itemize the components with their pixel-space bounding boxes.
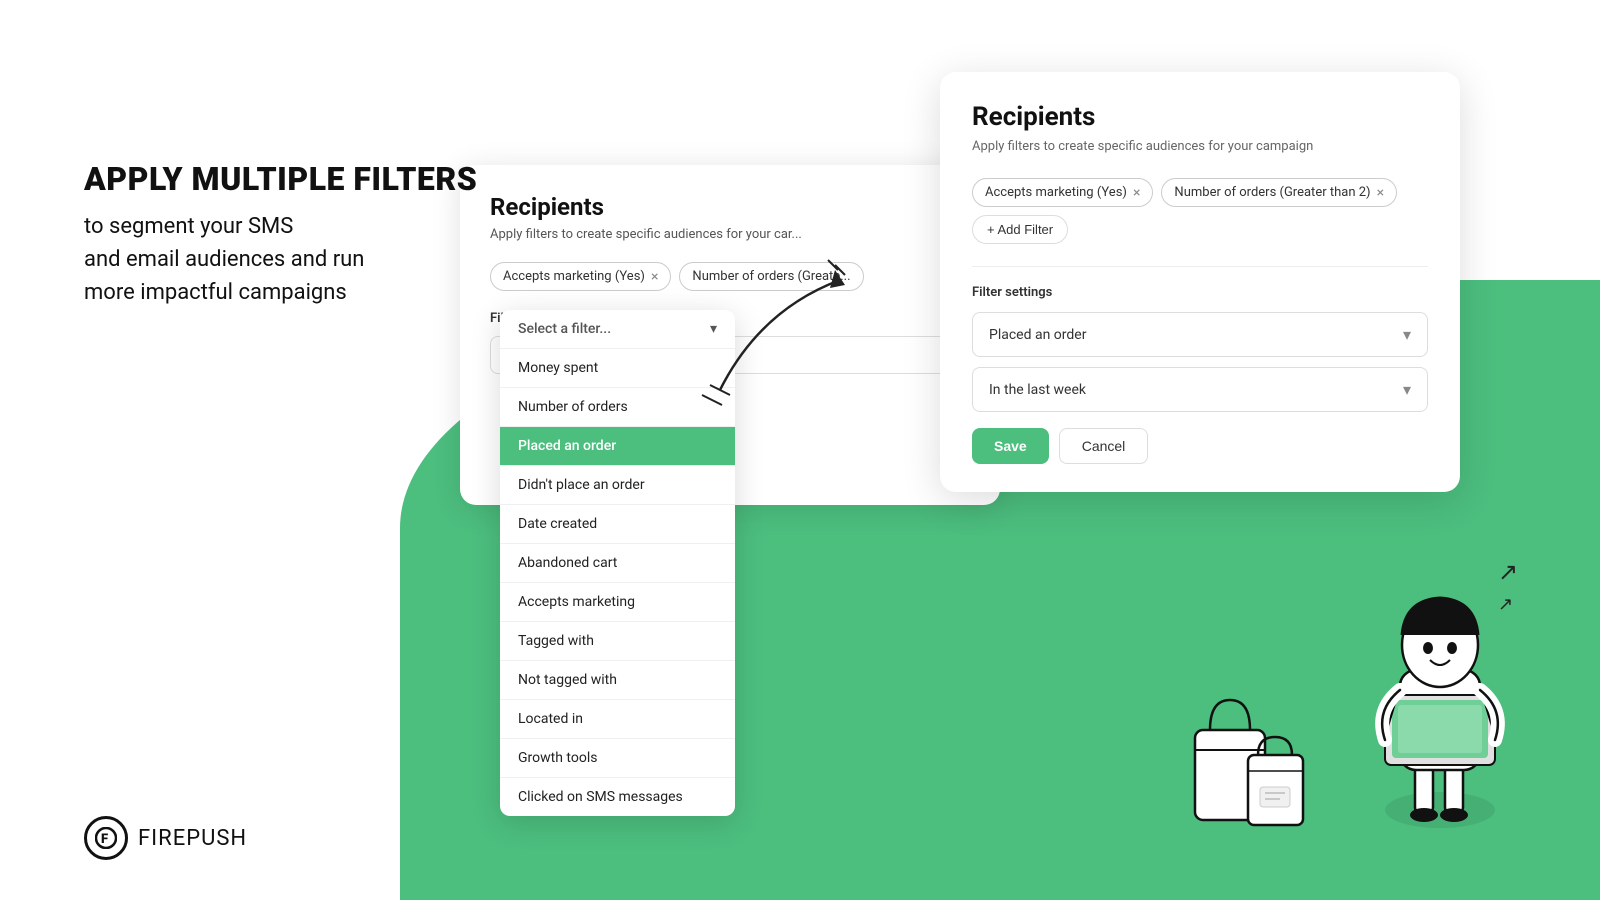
action-buttons: Save Cancel <box>972 428 1428 464</box>
front-tag-orders[interactable]: Number of orders (Greater than 2) × <box>1161 178 1397 207</box>
tag-close-marketing[interactable]: × <box>651 270 658 284</box>
dropdown-item-not-tagged[interactable]: Not tagged with <box>500 661 735 700</box>
dropdown-item-didnt-place[interactable]: Didn't place an order <box>500 466 735 505</box>
add-filter-button[interactable]: + Add Filter <box>972 215 1068 244</box>
dropdown-item-located-in[interactable]: Located in <box>500 700 735 739</box>
filter-tags-front: Accepts marketing (Yes) × Number of orde… <box>972 178 1428 244</box>
logo-icon: F <box>84 816 128 860</box>
filter-tag-marketing[interactable]: Accepts marketing (Yes) × <box>490 262 671 291</box>
svg-text:↗: ↗ <box>1498 594 1513 615</box>
placed-order-dropdown[interactable]: Placed an order ▾ <box>972 312 1428 357</box>
in-last-week-dropdown[interactable]: In the last week ▾ <box>972 367 1428 412</box>
cancel-button[interactable]: Cancel <box>1059 428 1149 464</box>
chevron-down-icon-2: ▾ <box>1403 380 1411 399</box>
card-back-title: Recipients <box>490 193 970 221</box>
svg-text:F: F <box>101 832 108 847</box>
card-front-title: Recipients <box>972 102 1428 132</box>
shopping-bags <box>1190 675 1310 835</box>
dropdown-item-abandoned-cart[interactable]: Abandoned cart <box>500 544 735 583</box>
subtext: to segment your SMS and email audiences … <box>84 210 477 309</box>
dropdown-item-growth-tools[interactable]: Growth tools <box>500 739 735 778</box>
front-tag-close-marketing[interactable]: × <box>1133 186 1140 200</box>
svg-text:↗: ↗ <box>1498 558 1518 586</box>
left-section: APPLY MULTIPLE FILTERS to segment your S… <box>84 160 477 309</box>
arrow-decoration <box>680 250 880 410</box>
dropdown-item-date-created[interactable]: Date created <box>500 505 735 544</box>
logo-text: FIREPUSH <box>138 826 247 851</box>
front-tag-marketing[interactable]: Accepts marketing (Yes) × <box>972 178 1153 207</box>
headline: APPLY MULTIPLE FILTERS <box>84 160 477 198</box>
dropdown-item-clicked-sms[interactable]: Clicked on SMS messages <box>500 778 735 816</box>
dropdown-item-tagged-with[interactable]: Tagged with <box>500 622 735 661</box>
card-back-subtitle: Apply filters to create specific audienc… <box>490 227 970 242</box>
filter-settings-label-front: Filter settings <box>972 285 1428 300</box>
logo: F FIREPUSH <box>84 816 247 860</box>
dropdown-item-placed-order[interactable]: Placed an order <box>500 427 735 466</box>
person-illustration: ↗ ↗ <box>1330 530 1550 850</box>
card-front-subtitle: Apply filters to create specific audienc… <box>972 138 1428 156</box>
dropdown-item-accepts-marketing[interactable]: Accepts marketing <box>500 583 735 622</box>
card-front: Recipients Apply filters to create speci… <box>940 72 1460 492</box>
save-button[interactable]: Save <box>972 428 1049 464</box>
chevron-down-icon: ▾ <box>1403 325 1411 344</box>
front-tag-close-orders[interactable]: × <box>1377 186 1384 200</box>
filter-settings-section: Filter settings Placed an order ▾ In the… <box>972 266 1428 464</box>
